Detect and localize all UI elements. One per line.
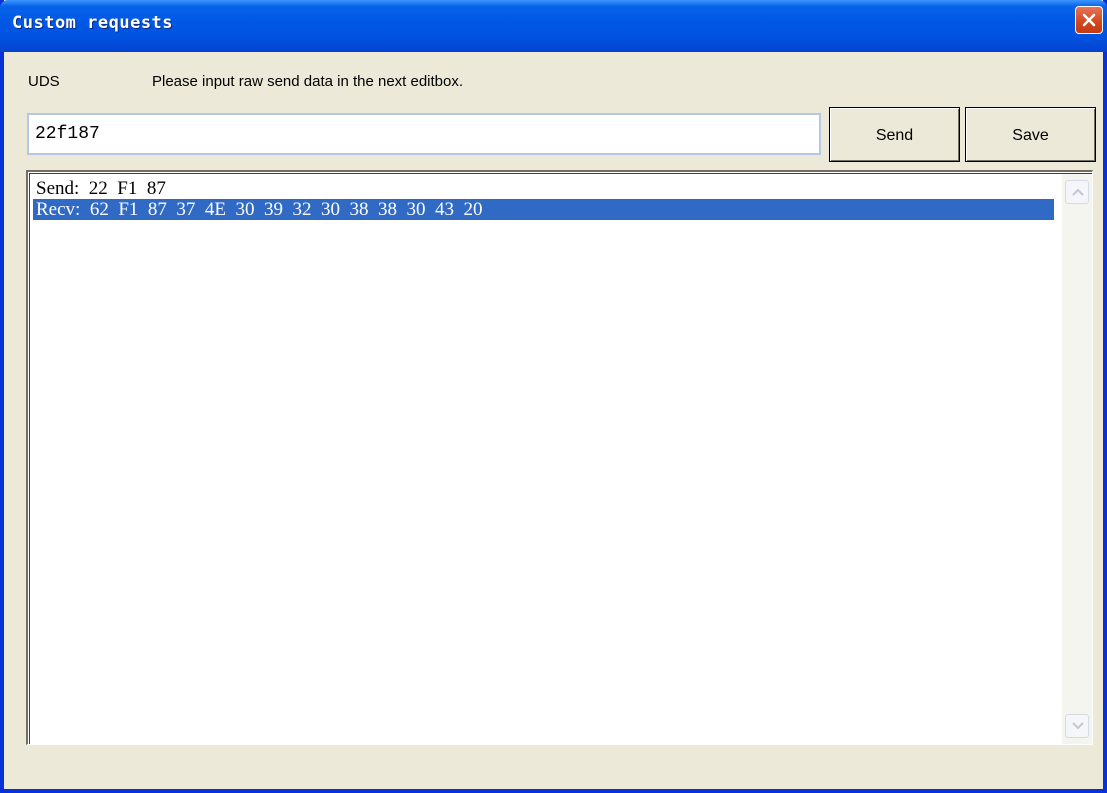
list-item-selected[interactable]: Recv: 62 F1 87 37 4E 30 39 32 30 38 38 3… — [33, 199, 1054, 220]
send-button[interactable]: Send — [829, 107, 960, 162]
scroll-down-button[interactable] — [1065, 714, 1089, 738]
custom-requests-dialog: Custom requests UDS Please input raw sen… — [0, 0, 1107, 793]
protocol-label: UDS — [28, 73, 60, 90]
save-button[interactable]: Save — [965, 107, 1096, 162]
list-frame: Send: 22 F1 87 Recv: 62 F1 87 37 4E 30 3… — [29, 173, 1092, 744]
list-item[interactable]: Send: 22 F1 87 — [36, 178, 1054, 199]
scroll-up-button[interactable] — [1065, 180, 1089, 204]
response-log-list[interactable]: Send: 22 F1 87 Recv: 62 F1 87 37 4E 30 3… — [26, 170, 1093, 745]
window-title: Custom requests — [12, 13, 174, 33]
scroll-down-arrow-icon — [1072, 722, 1084, 730]
raw-data-input[interactable] — [27, 113, 821, 155]
instruction-label: Please input raw send data in the next e… — [152, 73, 464, 90]
vertical-scrollbar[interactable] — [1062, 174, 1092, 744]
close-button[interactable] — [1075, 6, 1103, 34]
title-bar[interactable]: Custom requests — [0, 0, 1107, 52]
close-icon — [1082, 13, 1096, 27]
scroll-up-arrow-icon — [1072, 188, 1084, 196]
